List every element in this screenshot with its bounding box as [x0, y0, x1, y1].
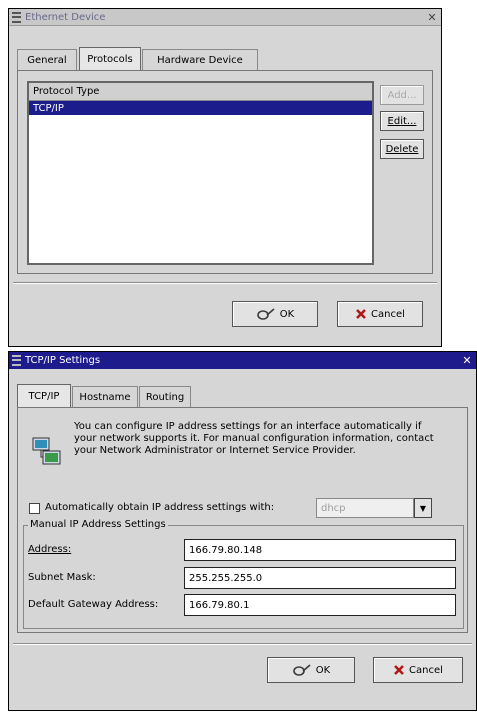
info-text: You can configure IP address settings fo… [74, 421, 434, 456]
tab-hardware-device[interactable]: Hardware Device [142, 49, 258, 70]
list-header-protocol-type[interactable]: Protocol Type [29, 83, 372, 101]
gateway-label: Default Gateway Address: [28, 599, 159, 610]
button-separator [13, 282, 437, 284]
chevron-down-icon: ▼ [414, 498, 432, 518]
cancel-x-icon [394, 665, 404, 675]
window-title: TCP/IP Settings [25, 355, 101, 366]
tcpip-panel: You can configure IP address settings fo… [17, 407, 468, 633]
cancel-button[interactable]: Cancel [373, 657, 463, 683]
gateway-field[interactable]: 166.79.80.1 [184, 594, 456, 616]
add-button-label: Add... [387, 89, 417, 101]
window-menu-icon[interactable] [12, 11, 21, 23]
ethernet-device-titlebar[interactable]: Ethernet Device ✕ [9, 9, 441, 26]
auto-obtain-label[interactable]: Automatically obtain IP address settings… [45, 502, 274, 513]
close-icon[interactable]: ✕ [460, 354, 474, 367]
network-icon [32, 437, 61, 465]
manual-ip-group-title: Manual IP Address Settings [28, 519, 168, 530]
dhcp-select: dhcp ▼ [316, 498, 432, 518]
delete-button[interactable]: Delete [380, 139, 424, 159]
auto-obtain-checkbox[interactable] [29, 503, 40, 514]
close-icon[interactable]: ✕ [425, 11, 439, 24]
subnet-mask-label: Subnet Mask: [28, 572, 96, 583]
tab-protocols[interactable]: Protocols [79, 47, 141, 70]
list-item-tcpip[interactable]: TCP/IP [29, 101, 372, 115]
tab-general[interactable]: General [17, 49, 77, 70]
edit-button-label: Edit... [387, 115, 417, 127]
tcpip-settings-window: TCP/IP Settings ✕ TCP/IP Hostname Routin… [8, 351, 477, 711]
tcpip-settings-titlebar[interactable]: TCP/IP Settings ✕ [9, 352, 476, 369]
window-menu-icon[interactable] [12, 355, 21, 366]
address-field[interactable]: 166.79.80.148 [184, 539, 456, 561]
protocol-list[interactable]: Protocol Type TCP/IP [27, 81, 374, 265]
cancel-button-label: Cancel [371, 308, 405, 320]
ok-button-label: OK [279, 308, 295, 320]
protocols-panel: Protocol Type TCP/IP Add... Edit... Dele… [17, 70, 433, 274]
button-separator [13, 643, 472, 645]
manual-ip-group: Manual IP Address Settings Address: 166.… [23, 519, 464, 629]
delete-button-label: Delete [385, 143, 419, 155]
window-title: Ethernet Device [25, 11, 106, 23]
ok-icon [292, 664, 311, 676]
edit-button[interactable]: Edit... [380, 111, 424, 131]
ethernet-device-window: Ethernet Device ✕ General Protocols Hard… [8, 8, 442, 347]
address-label: Address: [28, 544, 72, 555]
tab-routing[interactable]: Routing [139, 386, 191, 407]
tab-hostname[interactable]: Hostname [72, 386, 138, 407]
ok-icon [256, 308, 275, 320]
cancel-button-label: Cancel [409, 664, 443, 676]
tab-tcpip[interactable]: TCP/IP [17, 384, 71, 407]
ok-button[interactable]: OK [267, 657, 355, 683]
cancel-button[interactable]: Cancel [337, 301, 423, 327]
ok-button[interactable]: OK [232, 301, 318, 327]
ok-button-label: OK [315, 664, 331, 676]
dhcp-select-value: dhcp [316, 498, 414, 518]
subnet-mask-field[interactable]: 255.255.255.0 [184, 567, 456, 589]
cancel-x-icon [356, 309, 366, 319]
add-button: Add... [380, 85, 424, 105]
